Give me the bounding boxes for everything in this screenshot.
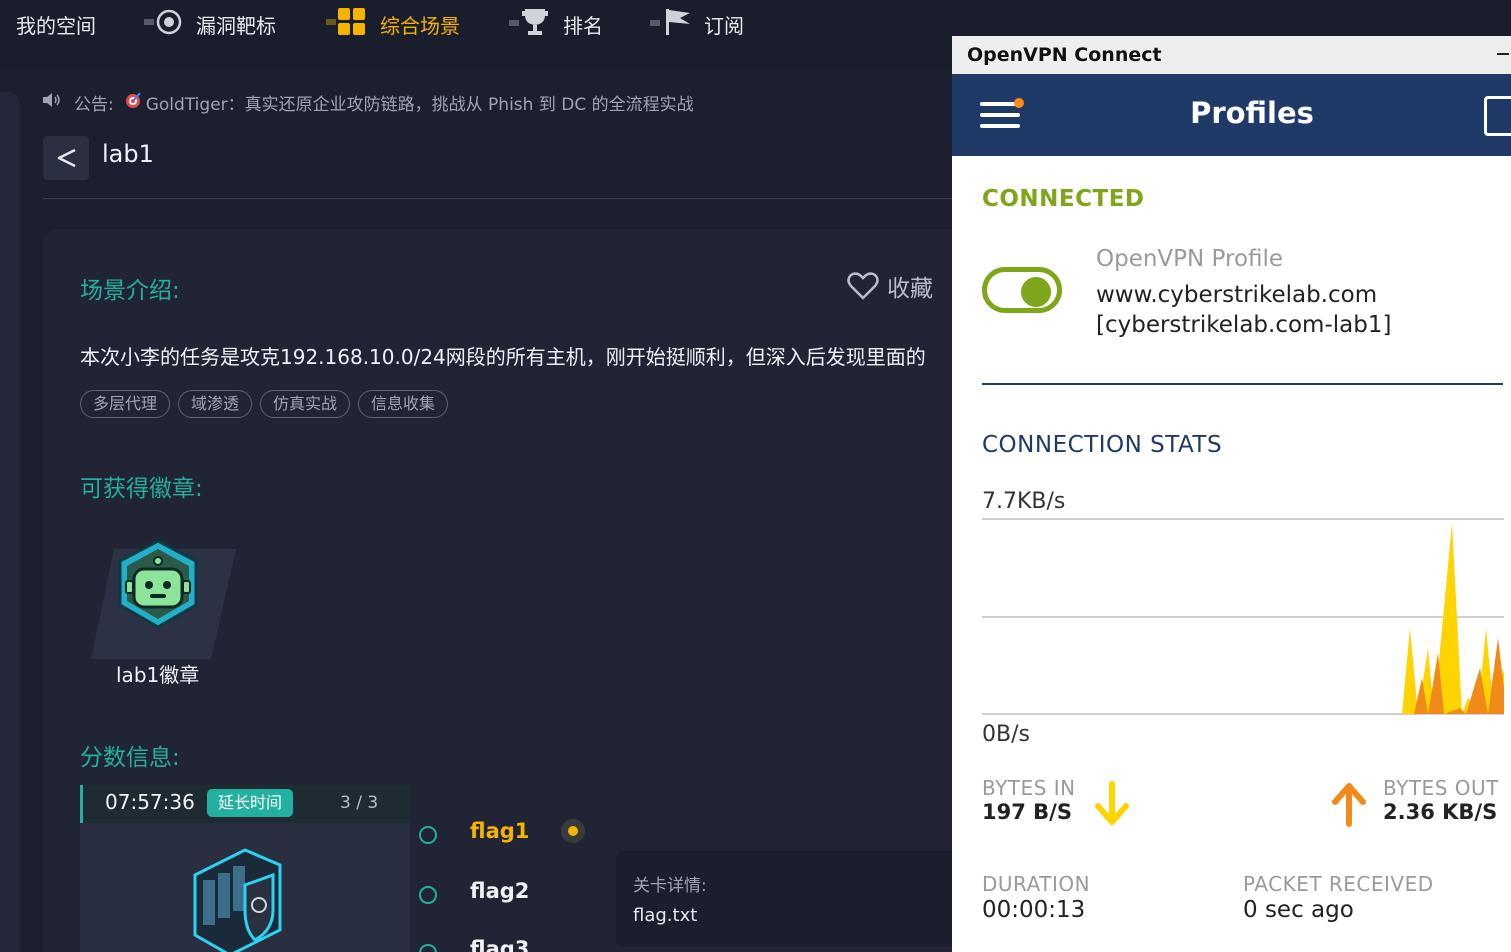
badges-title: 可获得徽章: [80, 476, 203, 502]
nav-item-scenarios[interactable]: 综合场景 [326, 7, 460, 38]
target-icon [144, 8, 184, 41]
bytes-in-series [1402, 523, 1504, 714]
duration-value: 00:00:13 [982, 897, 1086, 923]
tag[interactable]: 信息收集 [358, 390, 449, 418]
profile-host: www.cyberstrikelab.com [1096, 282, 1378, 308]
bytes-in-label: BYTES IN [982, 776, 1076, 800]
check-icon [419, 886, 437, 904]
window-title: OpenVPN Connect [967, 44, 1162, 66]
speaker-icon [42, 92, 62, 113]
bytes-in-value: 197 B/S [982, 800, 1072, 824]
nav-item-label: 漏洞靶标 [196, 13, 276, 38]
nav-item-label: 我的空间 [16, 13, 96, 38]
section-divider [982, 383, 1503, 385]
countdown-timer: 07:57:36 [105, 790, 195, 814]
packet-received-value: 0 sec ago [1243, 897, 1354, 923]
nav-item-subscribe[interactable]: 订阅 [650, 8, 744, 38]
flag-item[interactable]: flag3 [470, 937, 529, 952]
arrow-down-icon [1095, 781, 1129, 825]
badge-name: lab1徽章 [116, 663, 200, 687]
left-sidebar-collapsed[interactable] [0, 92, 20, 952]
rate-max-label: 7.7KB/s [982, 489, 1066, 514]
rate-min-label: 0B/s [982, 722, 1030, 747]
nav-item-my-space[interactable]: 我的空间 [16, 10, 96, 38]
tag[interactable]: 域渗透 [178, 390, 253, 418]
check-icon [419, 944, 437, 952]
announcement-prefix: 公告: [74, 94, 114, 115]
back-arrow-icon [57, 148, 76, 168]
nav-item-vuln-targets[interactable]: 漏洞靶标 [144, 8, 276, 41]
server-shield-icon [193, 848, 282, 952]
favorite-button[interactable]: 收藏 [847, 269, 933, 303]
tag[interactable]: 仿真实战 [260, 390, 351, 418]
back-button[interactable] [43, 136, 89, 180]
nav-item-label: 综合场景 [380, 13, 460, 38]
duration-label: DURATION [982, 872, 1091, 896]
openvpn-window: OpenVPN Connect Profiles CONNECTED OpenV… [952, 36, 1511, 952]
flag-icon [650, 7, 692, 42]
robot-badge-icon [91, 539, 236, 659]
header-title: Profiles [1190, 96, 1314, 130]
scene-panel: 场景介绍: 收藏 本次小李的任务是攻克192.168.10.0/24网段的所有主… [43, 229, 973, 952]
connection-status: CONNECTED [982, 186, 1145, 212]
profile-label: OpenVPN Profile [1096, 246, 1284, 272]
page-title: lab1 [102, 140, 154, 168]
arrow-up-icon [1332, 783, 1366, 827]
score-accent-bar [80, 785, 83, 823]
minimize-icon[interactable] [1497, 53, 1509, 55]
traffic-chart [982, 518, 1504, 715]
heart-icon [847, 272, 879, 300]
nav-item-ranking[interactable]: 排名 [509, 8, 603, 38]
scene-intro-title: 场景介绍: [80, 278, 180, 304]
title-divider [43, 198, 953, 199]
flag-item[interactable]: flag2 [470, 879, 529, 903]
trophy-icon [509, 7, 551, 42]
profile-name: [cyberstrikelab.com-lab1] [1096, 312, 1392, 338]
active-flag-indicator [561, 819, 585, 843]
bytes-out-label: BYTES OUT [1383, 776, 1499, 800]
bytes-out-value: 2.36 KB/S [1383, 800, 1498, 824]
nav-item-label: 订阅 [704, 13, 744, 38]
window-titlebar[interactable]: OpenVPN Connect [952, 36, 1511, 74]
score-box: 07:57:36 延长时间 3 / 3 [80, 785, 410, 952]
nav-item-label: 排名 [563, 13, 603, 38]
tag-list: 多层代理 域渗透 仿真实战 信息收集 [80, 390, 449, 418]
connection-toggle[interactable] [982, 267, 1062, 313]
scene-description: 本次小李的任务是攻克192.168.10.0/24网段的所有主机，刚开始挺顺利，… [80, 345, 926, 369]
flag-detail-card: 关卡详情: flag.txt [616, 851, 973, 947]
detail-label: 关卡详情: [633, 876, 707, 896]
dart-icon [124, 91, 142, 114]
announcement-text[interactable]: GoldTiger：真实还原企业攻防链路，挑战从 Phish 到 DC 的全流程… [146, 90, 694, 115]
announcement: 公告: GoldTiger：真实还原企业攻防链路，挑战从 Phish 到 DC … [42, 90, 694, 115]
vpn-header: Profiles [952, 74, 1511, 156]
badge-card[interactable] [86, 539, 236, 659]
check-icon [419, 826, 437, 844]
tag[interactable]: 多层代理 [80, 390, 171, 418]
stats-title: CONNECTION STATS [982, 432, 1223, 458]
flag-count: 3 / 3 [340, 793, 379, 813]
packet-received-label: PACKET RECEIVED [1243, 872, 1434, 896]
score-title: 分数信息: [80, 745, 180, 771]
detail-value: flag.txt [633, 905, 698, 926]
grid-icon [326, 7, 368, 42]
extend-time-button[interactable]: 延长时间 [207, 789, 294, 817]
import-profile-icon[interactable] [1484, 96, 1511, 136]
flag-item[interactable]: flag1 [470, 819, 529, 843]
favorite-label: 收藏 [887, 276, 933, 302]
